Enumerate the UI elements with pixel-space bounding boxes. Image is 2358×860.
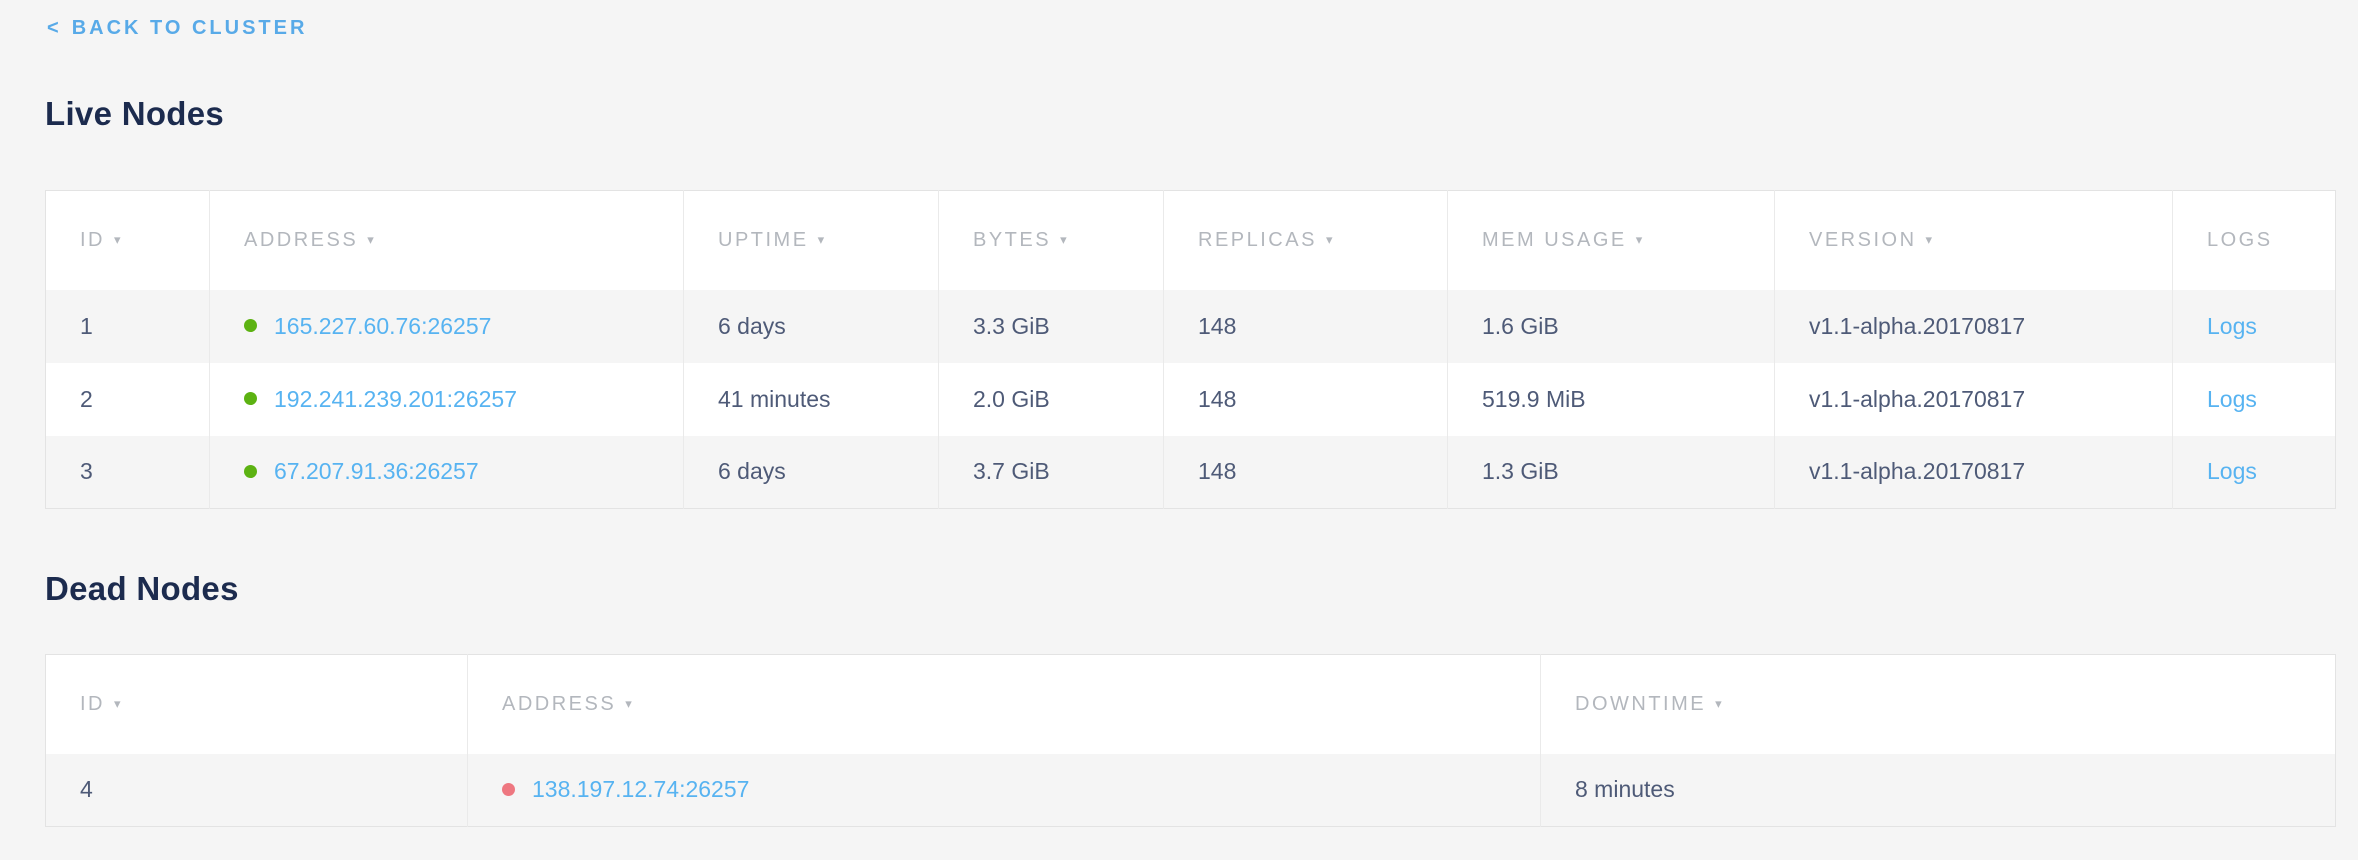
cell-bytes: 3.3 GiB bbox=[939, 290, 1164, 363]
column-header-mem-usage[interactable]: MEM USAGE ▾ bbox=[1448, 191, 1775, 290]
live-nodes-table: ID ▾ ADDRESS ▾ UPTIME ▾ BYTES ▾ REPLICAS ▾ ME… bbox=[45, 190, 2336, 509]
node-address-link[interactable]: 192.241.239.201:26257 bbox=[274, 386, 517, 412]
dead-nodes-table: ID ▾ ADDRESS ▾ DOWNTIME ▾ 4 138.197.12.74:2… bbox=[45, 654, 2336, 827]
cell-mem-usage: 519.9 MiB bbox=[1448, 363, 1775, 436]
header-row: ID ▾ ADDRESS ▾ DOWNTIME ▾ bbox=[46, 655, 2336, 754]
sort-arrow-icon: ▾ bbox=[625, 696, 634, 712]
table-row: 4 138.197.12.74:26257 8 minutes bbox=[46, 754, 2336, 827]
node-address-link[interactable]: 138.197.12.74:26257 bbox=[532, 776, 749, 802]
column-header-label: VERSION bbox=[1809, 229, 1917, 251]
cell-replicas: 148 bbox=[1164, 436, 1448, 509]
cell-logs: Logs bbox=[2173, 290, 2336, 363]
sort-arrow-icon: ▾ bbox=[114, 696, 123, 712]
sort-arrow-icon: ▾ bbox=[1715, 696, 1724, 712]
cell-downtime: 8 minutes bbox=[1541, 754, 2336, 827]
dead-nodes-title: Dead Nodes bbox=[45, 569, 2335, 609]
cell-address: 67.207.91.36:26257 bbox=[210, 436, 684, 509]
column-header-label: DOWNTIME bbox=[1575, 693, 1706, 715]
node-address-link[interactable]: 67.207.91.36:26257 bbox=[274, 458, 479, 484]
cell-id: 1 bbox=[46, 290, 210, 363]
cell-bytes: 3.7 GiB bbox=[939, 436, 1164, 509]
logs-link[interactable]: Logs bbox=[2207, 386, 2257, 412]
column-header-label: UPTIME bbox=[718, 229, 809, 251]
column-header-label: ADDRESS bbox=[502, 693, 616, 715]
cell-version: v1.1-alpha.20170817 bbox=[1775, 436, 2173, 509]
cell-mem-usage: 1.6 GiB bbox=[1448, 290, 1775, 363]
cell-mem-usage: 1.3 GiB bbox=[1448, 436, 1775, 509]
column-header-bytes[interactable]: BYTES ▾ bbox=[939, 191, 1164, 290]
cell-uptime: 6 days bbox=[684, 290, 939, 363]
column-header-uptime[interactable]: UPTIME ▾ bbox=[684, 191, 939, 290]
column-header-id[interactable]: ID ▾ bbox=[46, 655, 468, 754]
cell-uptime: 41 minutes bbox=[684, 363, 939, 436]
cell-replicas: 148 bbox=[1164, 363, 1448, 436]
cell-version: v1.1-alpha.20170817 bbox=[1775, 290, 2173, 363]
column-header-address[interactable]: ADDRESS ▾ bbox=[468, 655, 1541, 754]
live-table-header: ID ▾ ADDRESS ▾ UPTIME ▾ BYTES ▾ REPLICAS ▾ ME… bbox=[46, 191, 2336, 290]
cell-replicas: 148 bbox=[1164, 290, 1448, 363]
column-header-label: ADDRESS bbox=[244, 229, 358, 251]
sort-arrow-icon: ▾ bbox=[1926, 232, 1935, 248]
sort-arrow-icon: ▾ bbox=[114, 232, 123, 248]
cell-address: 165.227.60.76:26257 bbox=[210, 290, 684, 363]
cell-id: 3 bbox=[46, 436, 210, 509]
table-row: 1 165.227.60.76:26257 6 days 3.3 GiB 148… bbox=[46, 290, 2336, 363]
column-header-id[interactable]: ID ▾ bbox=[46, 191, 210, 290]
sort-arrow-icon: ▾ bbox=[1060, 232, 1069, 248]
live-status-dot bbox=[244, 465, 257, 478]
node-address-link[interactable]: 165.227.60.76:26257 bbox=[274, 313, 491, 339]
column-header-label: ID bbox=[80, 229, 105, 251]
dead-status-dot bbox=[502, 783, 515, 796]
header-row: ID ▾ ADDRESS ▾ UPTIME ▾ BYTES ▾ REPLICAS ▾ ME… bbox=[46, 191, 2336, 290]
sort-arrow-icon: ▾ bbox=[367, 232, 376, 248]
cell-address: 192.241.239.201:26257 bbox=[210, 363, 684, 436]
live-status-dot bbox=[244, 392, 257, 405]
cell-id: 2 bbox=[46, 363, 210, 436]
sort-arrow-icon: ▾ bbox=[1326, 232, 1335, 248]
column-header-logs: LOGS bbox=[2173, 191, 2336, 290]
back-to-cluster-link[interactable]: < BACK TO CLUSTER bbox=[47, 16, 307, 40]
cell-bytes: 2.0 GiB bbox=[939, 363, 1164, 436]
sort-arrow-icon: ▾ bbox=[818, 232, 827, 248]
column-header-version[interactable]: VERSION ▾ bbox=[1775, 191, 2173, 290]
column-header-label: MEM USAGE bbox=[1482, 229, 1627, 251]
column-header-address[interactable]: ADDRESS ▾ bbox=[210, 191, 684, 290]
node-list-page: < BACK TO CLUSTER Live Nodes ID ▾ ADDRESS ▾… bbox=[0, 0, 2358, 827]
back-link-label: BACK TO CLUSTER bbox=[72, 17, 308, 39]
cell-logs: Logs bbox=[2173, 436, 2336, 509]
column-header-label: BYTES bbox=[973, 229, 1051, 251]
table-row: 3 67.207.91.36:26257 6 days 3.7 GiB 148 … bbox=[46, 436, 2336, 509]
cell-version: v1.1-alpha.20170817 bbox=[1775, 363, 2173, 436]
back-chevron-icon: < bbox=[47, 17, 62, 39]
cell-id: 4 bbox=[46, 754, 468, 827]
column-header-replicas[interactable]: REPLICAS ▾ bbox=[1164, 191, 1448, 290]
cell-logs: Logs bbox=[2173, 363, 2336, 436]
column-header-label: ID bbox=[80, 693, 105, 715]
cell-uptime: 6 days bbox=[684, 436, 939, 509]
sort-arrow-icon: ▾ bbox=[1636, 232, 1645, 248]
dead-table-header: ID ▾ ADDRESS ▾ DOWNTIME ▾ bbox=[46, 655, 2336, 754]
column-header-label: REPLICAS bbox=[1198, 229, 1317, 251]
live-status-dot bbox=[244, 319, 257, 332]
column-header-downtime[interactable]: DOWNTIME ▾ bbox=[1541, 655, 2336, 754]
cell-address: 138.197.12.74:26257 bbox=[468, 754, 1541, 827]
live-nodes-title: Live Nodes bbox=[45, 94, 2335, 134]
column-header-label: LOGS bbox=[2207, 229, 2273, 251]
logs-link[interactable]: Logs bbox=[2207, 313, 2257, 339]
table-row: 2 192.241.239.201:26257 41 minutes 2.0 G… bbox=[46, 363, 2336, 436]
logs-link[interactable]: Logs bbox=[2207, 458, 2257, 484]
